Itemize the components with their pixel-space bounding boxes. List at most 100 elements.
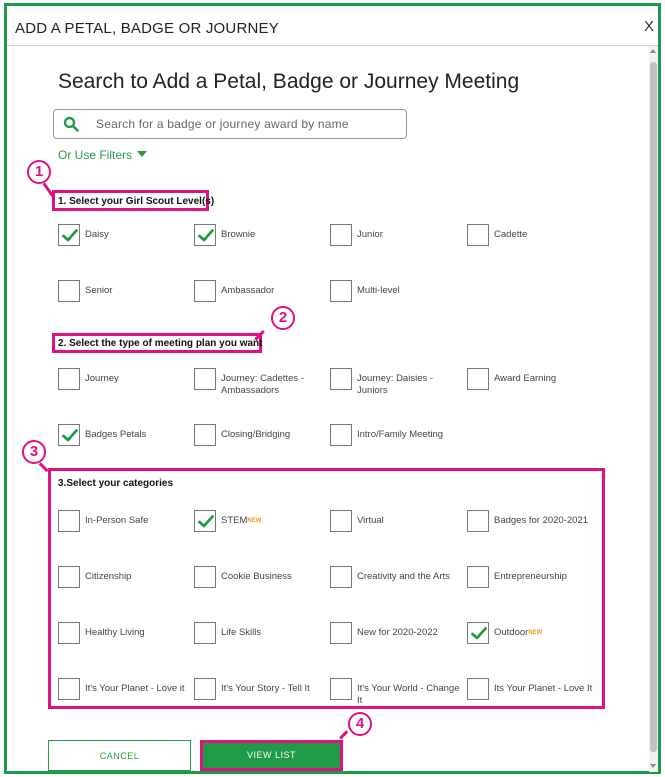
option-label: STEM <box>221 515 248 526</box>
checkmark-icon <box>62 229 78 242</box>
use-filters-toggle[interactable]: Or Use Filters <box>58 148 148 162</box>
category-option-creativity-arts[interactable]: Creativity and the Arts <box>330 566 465 596</box>
option-label: Cadette <box>494 229 528 240</box>
option-label: Senior <box>85 285 113 296</box>
category-option-its-your-story[interactable]: It's Your Story - Tell It <box>194 678 329 708</box>
meeting-option-closing-bridging[interactable]: Closing/Bridging <box>194 424 329 454</box>
checkbox[interactable] <box>58 280 80 302</box>
option-label: Intro/Family Meeting <box>357 429 444 440</box>
option-label: Ambassador <box>221 285 275 296</box>
level-option-daisy[interactable]: Daisy <box>58 224 193 254</box>
close-icon[interactable]: X <box>644 18 654 35</box>
meeting-option-journey[interactable]: Journey <box>58 368 193 398</box>
checkbox[interactable] <box>194 510 216 532</box>
option-label: Brownie <box>221 229 256 240</box>
level-option-cadette[interactable]: Cadette <box>467 224 602 254</box>
checkbox[interactable] <box>467 566 489 588</box>
checkbox[interactable] <box>194 424 216 446</box>
category-option-its-your-planet[interactable]: It's Your Planet - Love it <box>58 678 193 708</box>
checkbox[interactable] <box>194 622 216 644</box>
annotation-marker-4: 4 <box>348 712 372 736</box>
checkbox[interactable] <box>330 622 352 644</box>
modal-header: ADD A PETAL, BADGE OR JOURNEY X <box>7 6 658 46</box>
checkbox[interactable] <box>58 224 80 246</box>
category-option-its-your-planet-2[interactable]: Its Your Planet - Love It <box>467 678 602 708</box>
option-label: Daisy <box>85 229 109 240</box>
meeting-option-badges-petals[interactable]: Badges Petals <box>58 424 193 454</box>
scroll-thumb[interactable] <box>650 62 657 752</box>
category-option-badges-2020-2021[interactable]: Badges for 2020-2021 <box>467 510 602 540</box>
cancel-button[interactable]: CANCEL <box>48 740 191 771</box>
scroll-up-arrow-icon[interactable] <box>650 49 656 53</box>
checkbox[interactable] <box>330 678 352 700</box>
option-label: Multi-level <box>357 285 400 296</box>
meeting-option-award-earning[interactable]: Award Earning <box>467 368 602 398</box>
use-filters-label: Or Use Filters <box>58 148 133 162</box>
checkbox[interactable] <box>194 678 216 700</box>
option-label: Closing/Bridging <box>221 429 291 440</box>
option-label: Cookie Business <box>221 571 292 582</box>
category-option-outdoor[interactable]: OutdoorNEW <box>467 622 602 652</box>
option-label: It's Your World - Change It <box>357 683 460 706</box>
checkbox[interactable] <box>467 622 489 644</box>
checkbox[interactable] <box>58 510 80 532</box>
level-section-label: 1. Select your Girl Scout Level(s) <box>58 196 215 207</box>
category-option-stem[interactable]: STEMNEW <box>194 510 329 540</box>
checkmark-icon <box>62 429 78 442</box>
option-label: In-Person Safe <box>85 515 149 526</box>
checkbox[interactable] <box>58 368 80 390</box>
category-option-new-2020-2022[interactable]: New for 2020-2022 <box>330 622 465 652</box>
checkbox[interactable] <box>467 678 489 700</box>
option-label: Citizenship <box>85 571 132 582</box>
category-option-in-person-safe[interactable]: In-Person Safe <box>58 510 193 540</box>
checkbox[interactable] <box>330 566 352 588</box>
category-option-citizenship[interactable]: Citizenship <box>58 566 193 596</box>
checkbox[interactable] <box>467 224 489 246</box>
option-label: New for 2020-2022 <box>357 627 438 638</box>
scroll-down-arrow-icon[interactable] <box>650 764 656 768</box>
category-option-its-your-world[interactable]: It's Your World - Change It <box>330 678 465 708</box>
category-option-healthy-living[interactable]: Healthy Living <box>58 622 193 652</box>
option-label-group: STEMNEW <box>221 515 329 527</box>
checkbox[interactable] <box>58 424 80 446</box>
checkbox[interactable] <box>330 280 352 302</box>
search-input[interactable]: Search for a badge or journey award by n… <box>53 109 407 139</box>
vertical-scrollbar[interactable] <box>649 46 658 772</box>
checkbox[interactable] <box>58 566 80 588</box>
category-option-entrepreneurship[interactable]: Entrepreneurship <box>467 566 602 596</box>
checkbox[interactable] <box>58 622 80 644</box>
checkbox[interactable] <box>194 224 216 246</box>
meeting-option-journey-cadettes-ambassadors[interactable]: Journey: Cadettes - Ambassadors <box>194 368 329 398</box>
annotation-marker-3: 3 <box>22 440 46 464</box>
checkbox[interactable] <box>467 368 489 390</box>
option-label: Virtual <box>357 515 384 526</box>
category-option-cookie-business[interactable]: Cookie Business <box>194 566 329 596</box>
option-label: Badges for 2020-2021 <box>494 515 589 526</box>
checkbox[interactable] <box>58 678 80 700</box>
checkbox[interactable] <box>330 510 352 532</box>
view-list-button[interactable]: VIEW LIST <box>200 740 343 771</box>
meeting-option-intro-family-meeting[interactable]: Intro/Family Meeting <box>330 424 465 454</box>
level-option-brownie[interactable]: Brownie <box>194 224 329 254</box>
checkbox[interactable] <box>330 224 352 246</box>
category-option-virtual[interactable]: Virtual <box>330 510 465 540</box>
option-label: Award Earning <box>494 373 557 384</box>
category-option-life-skills[interactable]: Life Skills <box>194 622 329 652</box>
meeting-type-section-label: 2. Select the type of meeting plan you w… <box>58 338 263 349</box>
checkbox[interactable] <box>330 368 352 390</box>
checkbox[interactable] <box>194 566 216 588</box>
checkbox[interactable] <box>467 510 489 532</box>
level-option-ambassador[interactable]: Ambassador <box>194 280 329 310</box>
level-option-multi-level[interactable]: Multi-level <box>330 280 465 310</box>
checkmark-icon <box>198 229 214 242</box>
option-label: Creativity and the Arts <box>357 571 450 582</box>
checkbox[interactable] <box>194 368 216 390</box>
checkbox[interactable] <box>330 424 352 446</box>
checkbox[interactable] <box>194 280 216 302</box>
option-label: It's Your Story - Tell It <box>221 683 310 694</box>
option-label: Life Skills <box>221 627 262 638</box>
meeting-option-journey-daisies-juniors[interactable]: Journey: Daisies - Juniors <box>330 368 465 398</box>
level-option-senior[interactable]: Senior <box>58 280 193 310</box>
level-option-junior[interactable]: Junior <box>330 224 465 254</box>
annotation-marker-2: 2 <box>271 306 295 330</box>
